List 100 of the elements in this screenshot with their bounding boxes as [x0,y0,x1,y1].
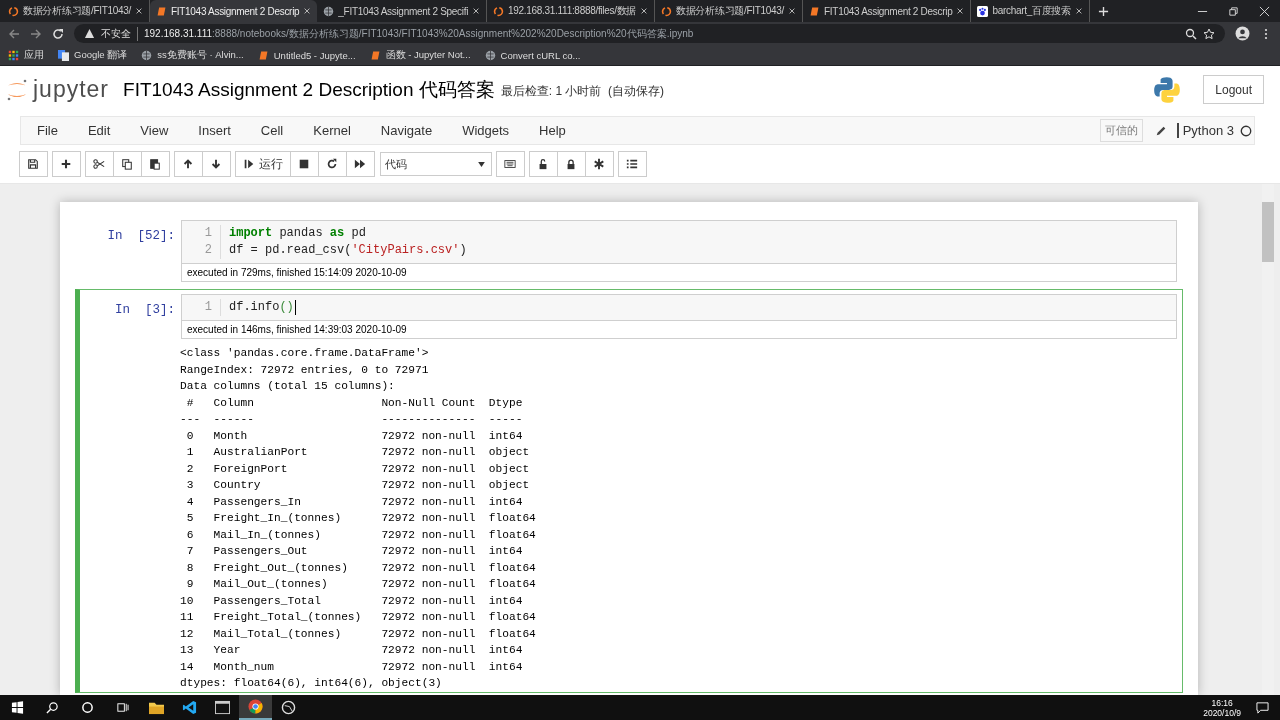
taskbar-clock[interactable]: 16:16 2020/10/9 [1203,697,1241,718]
menu-item[interactable]: Insert [198,123,231,138]
checkpoint-status: 最后检查: 1 小时前 (自动保存) [500,83,665,100]
zoom-icon[interactable] [1185,27,1197,40]
logout-button[interactable]: Logout [1203,75,1264,104]
notebook-cell[interactable]: In [52]: 1 2 import pandas as pd df = pd.read_csv('CityPairs.csv') executed in 729ms, finished 15:14:09 2020-10-09 [75,219,1183,283]
jupyter-wordmark[interactable]: jupyter [33,76,110,103]
step-icon [243,158,255,170]
toolbar-button[interactable] [52,151,81,177]
notification-icon[interactable] [1256,701,1269,714]
toolbar-button[interactable] [618,151,647,177]
output-line: --- ------ -------------- ----- [180,412,524,427]
output-line: # Column Non-Null Count Dtype [185,395,524,411]
toolbar-button[interactable] [585,151,614,177]
execution-time: executed in 729ms, finished 15:14:09 2020-10-09 [181,264,1177,282]
output-line: 4 Passengers_In 72972 non-null int64 [185,494,524,510]
restore-icon[interactable] [1228,5,1239,17]
output-line: RangeIndex: 72972 entries, 0 to 72971 [180,362,430,378]
close-icon[interactable] [1259,5,1270,17]
toolbar-button[interactable] [202,151,231,177]
line-number: 1 [204,225,212,242]
bookmark[interactable]: Google 翻译 [58,48,128,62]
close-icon[interactable] [1074,7,1083,15]
toolbar-button[interactable] [346,151,375,177]
notebook-icon [369,49,381,61]
scrollbar-thumb[interactable] [1262,202,1274,262]
bookmark[interactable]: 函数 - Jupyter Not... [369,48,471,62]
output-line: 12 Mail_Total_(tonnes) 72972 non-null float64 [180,626,537,642]
line-number: 2 [204,242,212,259]
pencil-icon[interactable] [1154,124,1167,137]
kernel-name[interactable]: Python 3 [1176,123,1234,138]
bookmark[interactable]: ss免费账号 · Alvin... [141,48,244,62]
ring-icon [8,5,19,17]
output-line: 2 ForeignPort 72972 non-null object [185,461,531,477]
code-line: df = pd.read_csv('CityPairs.csv') [229,242,467,259]
ring-icon [493,5,505,17]
toolbar-button[interactable] [557,151,586,177]
toolbar-button[interactable] [529,151,558,177]
account-icon[interactable] [1235,26,1250,41]
toolbar-button[interactable] [174,151,203,177]
close-icon[interactable] [640,7,649,15]
back-arrow-icon[interactable] [8,27,20,40]
code-line: df.info() [229,299,294,316]
close-icon[interactable] [303,7,312,15]
bookmark[interactable]: Convert cURL co... [484,49,581,61]
list-icon [626,158,638,170]
keyboard-icon [504,158,516,170]
menu-item[interactable]: Widgets [462,123,510,138]
menu-item[interactable]: Edit [87,123,111,138]
task-view-icon[interactable] [116,701,129,714]
line-number: 1 [204,299,212,316]
code-editor[interactable]: 1 df.info() [181,294,1177,321]
bookmark[interactable]: 应用 [8,48,44,62]
close-icon[interactable] [788,7,797,15]
address-field[interactable]: 192.168.31.111:8888/notebooks/数据分析练习题/FIT1043/FIT1043%20Assignment%202%20Description%20代码答案.ipynb [144,26,694,41]
browser-tab[interactable]: FIT1043 Assignment 2 Descrip [150,0,318,22]
close-icon[interactable] [135,7,143,15]
output-line: 1 AustralianPort 72972 non-null object [185,445,531,460]
menu-item[interactable]: Cell [260,123,284,138]
output-line: 14 Month_num 72972 non-null int64 [180,659,524,675]
cell-type-dropdown[interactable]: 代码 [380,152,492,176]
close-icon[interactable] [472,7,481,15]
apps-grid-icon [8,49,19,61]
terminal-icon [215,700,230,715]
search-icon[interactable] [46,701,59,714]
toolbar-button[interactable] [290,151,319,177]
notebook-title[interactable]: FIT1043 Assignment 2 Description 代码答案 [123,76,495,103]
windows-start-icon[interactable] [11,701,24,714]
new-tab-icon[interactable] [1097,5,1109,17]
trusted-badge[interactable]: 可信的 [1099,119,1143,142]
input-prompt: In [3]: [114,302,176,319]
code-editor[interactable]: 1 2 import pandas as pd df = pd.read_csv('CityPairs.csv') [181,220,1177,264]
notebook-cell[interactable] [75,289,1183,693]
toolbar-button[interactable] [19,151,48,177]
toolbar-button[interactable] [318,151,347,177]
bookmark[interactable]: Untitled5 - Jupyte... [257,49,356,61]
app-icon [281,700,296,715]
menu-item[interactable]: Navigate [380,123,433,138]
menu-item[interactable]: View [140,123,169,138]
output-line: 3 Country 72972 non-null object [185,478,531,493]
menu-item[interactable]: Kernel [313,123,351,138]
notebook-icon [257,49,269,61]
close-icon[interactable] [956,7,965,15]
toolbar-button[interactable] [113,151,142,177]
toolbar-button[interactable] [85,151,114,177]
lock-icon [565,158,577,170]
menu-item[interactable]: File [37,123,58,138]
circle-icon[interactable] [81,701,94,714]
star-icon[interactable] [1203,27,1215,40]
menu-item[interactable]: Help [539,123,566,138]
paw-icon [977,5,989,17]
reload-icon[interactable] [52,27,64,40]
run-button[interactable]: 运行 [235,151,291,177]
toolbar-button[interactable] [141,151,170,177]
forward-arrow-icon[interactable] [30,27,42,40]
taskbar-app[interactable] [239,695,272,720]
translate-icon [58,49,69,61]
notebook-icon [809,5,821,17]
output-line: 0 Month 72972 non-null int64 [185,428,524,444]
toolbar-button[interactable] [496,151,525,177]
